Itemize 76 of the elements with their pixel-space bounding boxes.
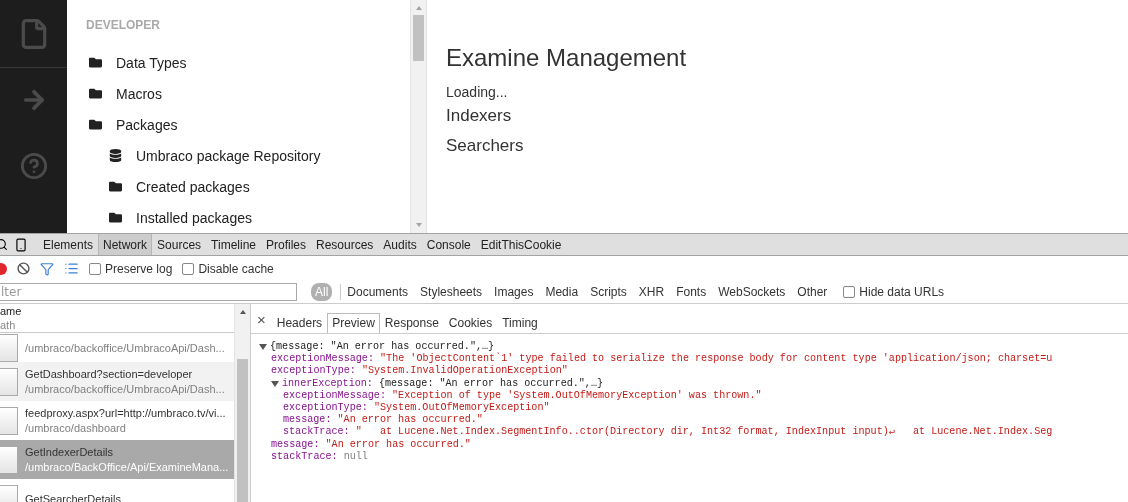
json-summary: {message: "An error has occurred.",…} — [270, 341, 495, 352]
type-filter[interactable]: Fonts — [670, 283, 713, 301]
folder-icon — [89, 87, 102, 100]
expand-triangle-icon[interactable] — [271, 380, 279, 387]
list-icon[interactable] — [64, 261, 79, 276]
page-title: Examine Management — [446, 44, 688, 72]
database-icon — [109, 149, 122, 162]
scrollbar[interactable] — [410, 0, 426, 233]
request-name: feedproxy.aspx?url=http://umbraco.tv/vi... — [25, 407, 227, 419]
folder-icon — [89, 56, 102, 69]
json-property: stackTrace: null — [271, 450, 368, 464]
tree-item[interactable]: Data Types — [86, 47, 410, 78]
devtools-tab[interactable]: Console — [421, 234, 476, 255]
request-row[interactable]: GetIndexerDetails /umbraco/BackOffice/Api/ExamineMana... — [0, 440, 234, 479]
section-heading: Indexers — [446, 106, 513, 127]
clear-icon[interactable] — [17, 262, 30, 275]
filter-icon[interactable] — [40, 261, 54, 276]
devtools-tab[interactable]: Resources — [311, 234, 379, 255]
option-checkbox[interactable]: Disable cache — [182, 261, 274, 276]
help-icon[interactable] — [19, 151, 48, 180]
option-checkbox[interactable]: Preserve log — [89, 261, 173, 276]
request-path: /umbraco/backoffice/UmbracoApi/Dash... — [25, 341, 226, 354]
type-filter[interactable]: WebSockets — [712, 283, 792, 301]
tree-item[interactable]: Packages — [86, 109, 410, 140]
type-filter[interactable]: Stylesheets — [414, 283, 489, 301]
request-name: GetDashboard?section=developer — [25, 368, 194, 380]
phone-icon[interactable] — [14, 237, 28, 252]
json-property: message: "An error has occurred." — [271, 438, 471, 451]
devtools-tab[interactable]: Timeline — [206, 234, 261, 255]
loading-text: Loading... — [446, 84, 509, 100]
type-filter[interactable]: Media — [539, 283, 585, 301]
column-subheader: ath — [0, 318, 17, 332]
json-property: exceptionType: "System.OutOfMemoryException" — [283, 402, 550, 414]
type-filter[interactable]: Documents — [341, 283, 415, 301]
folder-icon — [109, 180, 122, 193]
request-name: GetSearcherDetails — [25, 492, 122, 502]
request-name: GetIndexerDetails — [25, 446, 115, 458]
section-heading: Searchers — [446, 136, 525, 157]
folder-icon — [109, 211, 122, 224]
devtools-tab[interactable]: Elements — [38, 234, 99, 255]
detail-tab[interactable]: Preview — [327, 313, 380, 333]
request-path: /umbraco/BackOffice/Api/ExamineMana... — [25, 461, 230, 473]
devtools-tab[interactable]: EditThisCookie — [475, 234, 567, 255]
file-icon — [0, 445, 18, 474]
request-path: /umbraco/dashboard — [25, 422, 127, 434]
expand-triangle-icon[interactable] — [259, 344, 267, 351]
type-filter[interactable]: Images — [488, 283, 540, 301]
devtools-tab[interactable]: Profiles — [261, 234, 311, 255]
json-property: stackTrace: " at Lucene.Net.Index.SegmentInfo..ctor(Directory dir, Int32 format, IndexInput input)↵ at Lucene.Net.Index.Seg — [283, 426, 1053, 439]
file-icon — [0, 367, 18, 396]
tree-item[interactable]: Created packages — [86, 171, 410, 202]
json-property: exceptionType: "System.InvalidOperationException" — [271, 365, 568, 378]
filter-field[interactable]: lter — [0, 283, 297, 301]
scrollbar[interactable] — [234, 304, 250, 502]
type-filter[interactable]: Scripts — [584, 283, 633, 301]
devtools-tab[interactable]: Network — [98, 234, 153, 255]
type-filter[interactable]: XHR — [632, 283, 671, 301]
json-property: exceptionMessage: "The 'ObjectContent`1' type failed to serialize the response body for content type 'application/json; charset=u — [271, 353, 1053, 365]
request-row[interactable]: GetDashboard?section=developer /umbraco/backoffice/UmbracoApi/Dash... — [0, 362, 234, 401]
file-icon — [0, 406, 18, 435]
devtools-tab[interactable]: Audits — [378, 234, 422, 255]
section-title: DEVELOPER — [86, 18, 161, 32]
type-filter[interactable]: Other — [791, 283, 834, 301]
request-path: /umbraco/backoffice/UmbracoApi/Dash... — [25, 383, 226, 395]
tree-item[interactable]: Installed packages — [86, 202, 410, 233]
close-button[interactable]: × — [257, 309, 272, 331]
column-header[interactable]: ame — [0, 304, 234, 318]
hide-data-urls-checkbox[interactable]: Hide data URLs — [843, 285, 945, 299]
tree-item[interactable]: Macros — [86, 78, 410, 109]
json-property: message: "An error has occurred." — [283, 414, 483, 426]
file-icon — [0, 333, 18, 362]
tree-item[interactable]: Umbraco package Repository — [86, 140, 410, 171]
json-property: innerException: {message: "An error has occurred.",…} — [282, 377, 604, 390]
json-property: exceptionMessage: "Exception of type 'System.OutOfMemoryException' was thrown." — [283, 389, 762, 402]
folder-icon — [89, 118, 102, 131]
devtools-tab[interactable]: Sources — [152, 234, 207, 255]
